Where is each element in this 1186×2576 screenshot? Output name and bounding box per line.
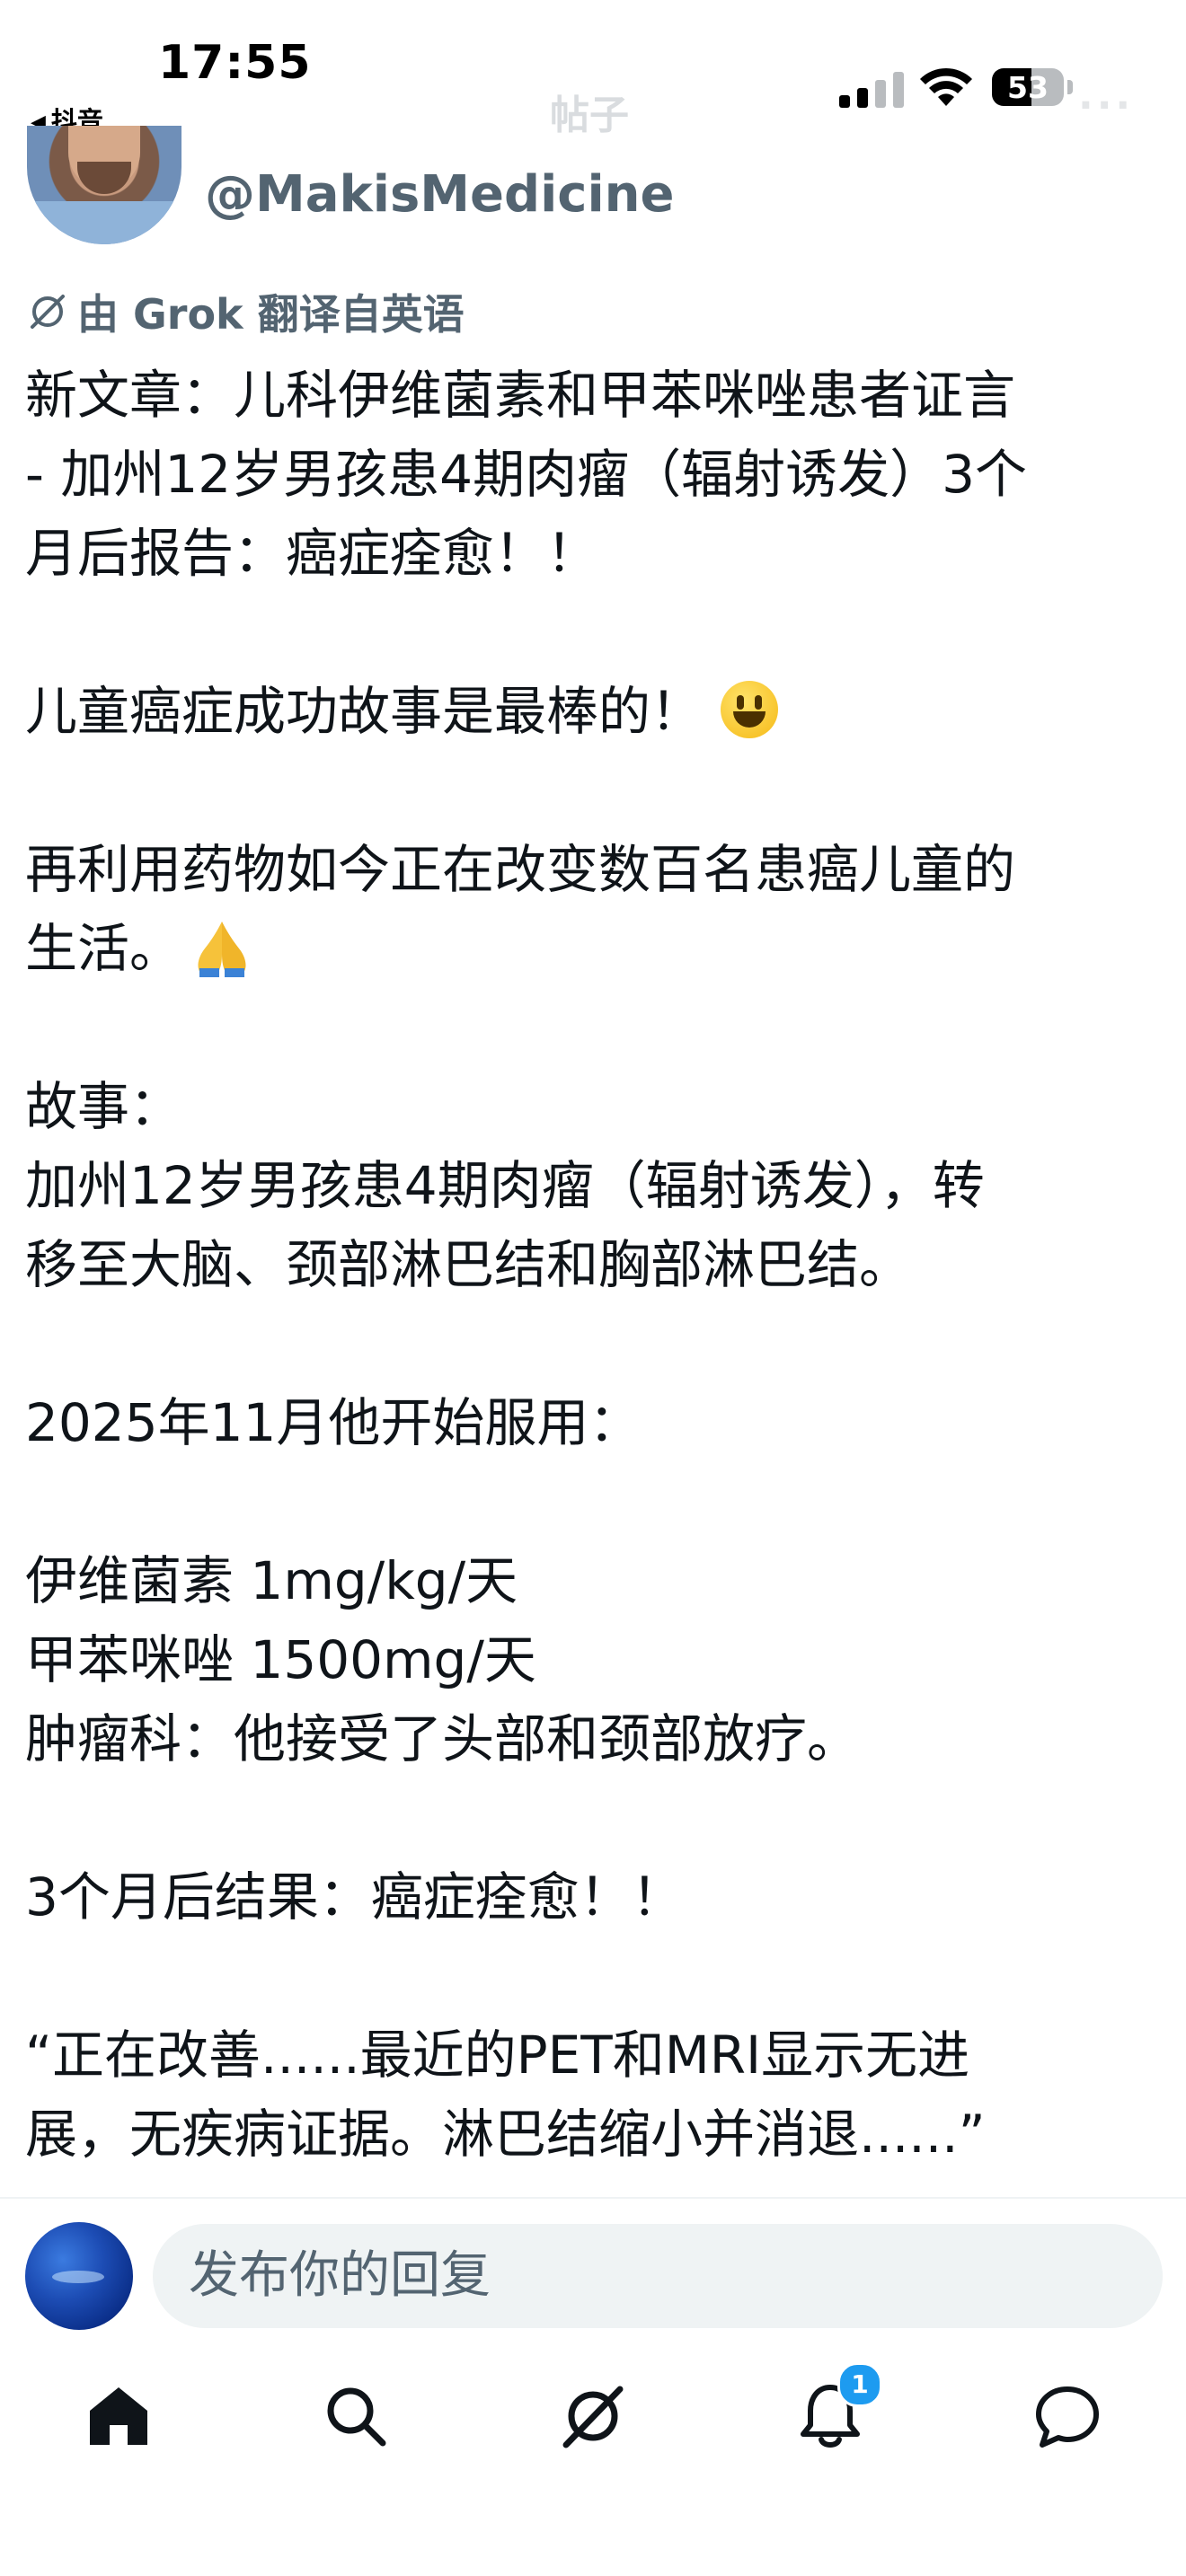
user-avatar[interactable] [25, 2222, 133, 2330]
nav-search[interactable] [320, 2380, 392, 2452]
post-line: 故事： [25, 1076, 182, 1137]
post-line: 3个月后结果：癌症痊愈！！ [25, 1866, 684, 1928]
post-line: 伊维菌素 1mg/kg/天 [25, 1550, 518, 1611]
header-title-faded: 帖子 [550, 93, 629, 138]
avatar-shirt [27, 201, 181, 244]
status-bar: 17:55 ◀ 抖音 帖子 ··· 53 [0, 0, 1186, 144]
battery-icon: 53 [992, 68, 1064, 106]
home-icon [90, 2387, 147, 2445]
wifi-icon [920, 67, 972, 106]
translation-note[interactable]: 由 Grok 翻译自英语 [27, 282, 465, 341]
grok-icon [562, 2386, 624, 2448]
post-line: 肿瘤科：他接受了头部和颈部放疗。 [25, 1708, 860, 1769]
grok-icon [31, 295, 65, 329]
bottom-nav: 1 [0, 2353, 1186, 2479]
cellular-signal-icon [839, 72, 904, 108]
author-avatar[interactable] [27, 126, 181, 244]
author-handle[interactable]: @MakisMedicine [205, 165, 675, 224]
battery-tip [1067, 80, 1073, 94]
translation-note-text: 由 Grok 翻译自英语 [77, 290, 465, 339]
more-options-icon[interactable]: ··· [1078, 83, 1134, 128]
post-line: 2025年11月他开始服用： [25, 1392, 642, 1453]
nav-home[interactable] [83, 2380, 155, 2452]
post-line: 甲苯咪唑 1500mg/天 [25, 1629, 536, 1690]
nav-grok[interactable] [557, 2380, 629, 2452]
avatar-beard [77, 162, 131, 194]
notification-badge: 1 [837, 2362, 882, 2407]
divider [0, 2197, 1186, 2199]
post-line: 儿童癌症成功故事是最棒的！ [25, 681, 704, 742]
smiley-emoji-icon [721, 681, 779, 738]
folded-hands-emoji-icon [198, 922, 246, 977]
post-line: 再利用药物如今正在改变数百名患癌儿童的 [25, 839, 1016, 900]
post-line: - 加州12岁男孩患4期肉瘤（辐射诱发）3个 [25, 444, 1027, 505]
post-line: 加州12岁男孩患4期肉瘤（辐射诱发），转 [25, 1155, 985, 1216]
post-line: 生活。 [25, 918, 182, 979]
post-line: “正在改善......最近的PET和MRI显示无进 [25, 2025, 970, 2086]
nav-notifications[interactable]: 1 [794, 2362, 882, 2452]
post-line: 移至大脑、颈部淋巴结和胸部淋巴结。 [25, 1234, 912, 1295]
status-time: 17:55 [158, 36, 312, 90]
reply-input[interactable]: 发布你的回复 [153, 2224, 1163, 2328]
post-line: 展，无疾病证据。淋巴结缩小并消退......” [25, 2104, 986, 2165]
nav-messages[interactable] [1031, 2380, 1103, 2452]
post-line: 新文章：儿科伊维菌素和甲苯咪唑患者证言 [25, 365, 1016, 426]
post-line: 月后报告：癌症痊愈！！ [25, 523, 599, 584]
post-text: 新文章：儿科伊维菌素和甲苯咪唑患者证言 - 加州12岁男孩患4期肉瘤（辐射诱发）… [25, 356, 1168, 2174]
post-line-with-emoji: 儿童癌症成功故事是最棒的！ [25, 672, 1168, 751]
search-icon [327, 2387, 386, 2447]
post-line-with-emoji: 生活。 [25, 909, 1168, 988]
messages-icon [1036, 2386, 1099, 2448]
post-detail-screen: 17:55 ◀ 抖音 帖子 ··· 53 @MakisMedicine 由 Gr… [0, 0, 1186, 2576]
